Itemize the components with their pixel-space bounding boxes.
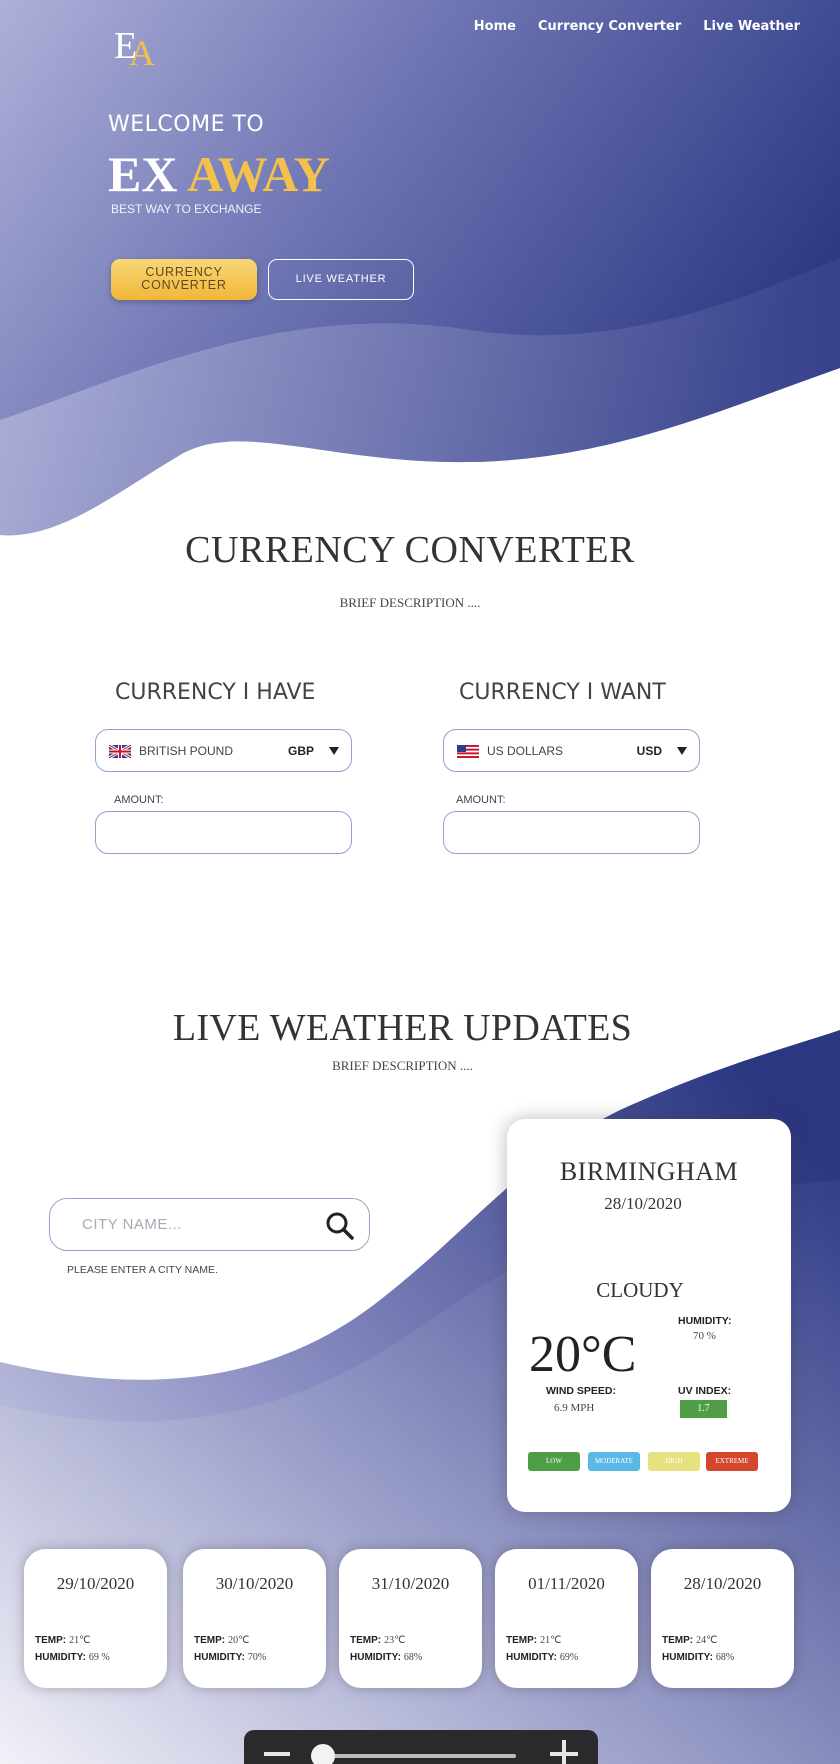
nav-currency-converter-link[interactable]: Currency Converter bbox=[538, 19, 681, 34]
weather-section-description: BRIEF DESCRIPTION .... bbox=[332, 1058, 473, 1073]
forecast-humidity-label: HUMIDITY: bbox=[194, 1652, 245, 1663]
currency-converter-button-line2: CONVERTER bbox=[141, 278, 227, 292]
city-search-input[interactable]: CITY NAME... bbox=[49, 1198, 370, 1251]
forecast-date: 30/10/2020 bbox=[215, 1574, 294, 1593]
forecast-date: 31/10/2020 bbox=[371, 1574, 450, 1593]
forecast-date: 28/10/2020 bbox=[683, 1574, 762, 1593]
currency-want-select[interactable]: US DOLLARS USD bbox=[443, 729, 700, 772]
forecast-humidity-value: 70% bbox=[247, 1652, 267, 1663]
currency-section-description: BRIEF DESCRIPTION .... bbox=[339, 595, 481, 610]
weather-condition: CLOUDY bbox=[596, 1278, 684, 1302]
forecast-humidity-label: HUMIDITY: bbox=[350, 1652, 401, 1663]
zoom-control-bar bbox=[244, 1730, 598, 1764]
forecast-temp-label: TEMP: bbox=[35, 1635, 67, 1646]
forecast-humidity: HUMIDITY: 68% bbox=[662, 1652, 734, 1663]
uv-index-badge: 1.7 bbox=[680, 1400, 727, 1418]
forecast-temp-label: TEMP: bbox=[662, 1635, 694, 1646]
currency-want-amount-label: AMOUNT: bbox=[456, 794, 506, 806]
currency-have-title: CURRENCY I HAVE bbox=[115, 680, 316, 705]
forecast-card[interactable]: 30/10/2020 TEMP: 20℃ HUMIDITY: 70% bbox=[183, 1549, 326, 1688]
forecast-humidity-value: 68% bbox=[403, 1652, 423, 1663]
currency-have-select[interactable]: BRITISH POUND GBP bbox=[95, 729, 352, 772]
uv-scale-moderate: MODERATE bbox=[588, 1452, 640, 1471]
humidity-value: 70 % bbox=[693, 1330, 716, 1342]
forecast-temp: TEMP: 23℃ bbox=[350, 1635, 405, 1646]
forecast-humidity: HUMIDITY: 70% bbox=[194, 1652, 266, 1663]
forecast-temp: TEMP: 24℃ bbox=[662, 1635, 717, 1646]
forecast-temp-value: 21℃ bbox=[540, 1635, 562, 1646]
forecast-date: 29/10/2020 bbox=[56, 1574, 135, 1593]
logo[interactable]: E A bbox=[112, 24, 158, 73]
weather-date: 28/10/2020 bbox=[604, 1194, 682, 1213]
weather-card: BIRMINGHAM 28/10/2020 CLOUDY 20°C HUMIDI… bbox=[507, 1119, 791, 1512]
forecast-card[interactable]: 01/11/2020 TEMP: 21℃ HUMIDITY: 69% bbox=[495, 1549, 638, 1688]
forecast-temp-label: TEMP: bbox=[194, 1635, 226, 1646]
zoom-slider-track[interactable] bbox=[322, 1754, 516, 1758]
nav-home-link[interactable]: Home bbox=[474, 19, 516, 34]
currency-have-amount-label: AMOUNT: bbox=[114, 794, 164, 806]
currency-have-amount-input[interactable] bbox=[95, 811, 352, 854]
currency-want-title: CURRENCY I WANT bbox=[459, 680, 666, 705]
forecast-humidity-label: HUMIDITY: bbox=[662, 1652, 713, 1663]
zoom-slider-handle[interactable] bbox=[311, 1744, 335, 1764]
forecast-card[interactable]: 28/10/2020 TEMP: 24℃ HUMIDITY: 68% bbox=[651, 1549, 794, 1688]
forecast-card[interactable]: 29/10/2020 TEMP: 21℃ HUMIDITY: 69 % bbox=[24, 1549, 167, 1688]
forecast-humidity-value: 69% bbox=[559, 1652, 579, 1663]
wind-speed-label: WIND SPEED: bbox=[546, 1385, 617, 1397]
forecast-humidity: HUMIDITY: 69% bbox=[506, 1652, 578, 1663]
forecast-temp-value: 21℃ bbox=[69, 1635, 91, 1646]
forecast-humidity: HUMIDITY: 68% bbox=[350, 1652, 422, 1663]
us-flag-icon bbox=[457, 745, 479, 758]
weather-section-title: LIVE WEATHER UPDATES bbox=[172, 1007, 633, 1049]
weather-city: BIRMINGHAM bbox=[559, 1157, 739, 1186]
top-nav: Home Currency Converter Live Weather bbox=[474, 19, 800, 34]
uv-scale-low: LOW bbox=[528, 1452, 580, 1471]
forecast-humidity-value: 68% bbox=[715, 1652, 735, 1663]
forecast-temp: TEMP: 20℃ bbox=[194, 1635, 249, 1646]
hero-brand: EX AWAY bbox=[108, 145, 330, 203]
hero-welcome: WELCOME TO bbox=[108, 112, 265, 137]
uv-scale-extreme: EXTREME bbox=[706, 1452, 758, 1471]
hero-tagline: BEST WAY TO EXCHANGE bbox=[111, 202, 262, 216]
currency-want-code: USD bbox=[636, 744, 662, 758]
forecast-humidity-label: HUMIDITY: bbox=[506, 1652, 557, 1663]
uv-scale-high: HIGH bbox=[648, 1452, 700, 1471]
forecast-card[interactable]: 31/10/2020 TEMP: 23℃ HUMIDITY: 68% bbox=[339, 1549, 482, 1688]
chevron-down-icon bbox=[329, 747, 339, 755]
currency-converter-button[interactable]: CURRENCY CONVERTER bbox=[111, 259, 257, 300]
forecast-temp-value: 24℃ bbox=[696, 1635, 718, 1646]
brand-ex: EX bbox=[108, 146, 178, 202]
forecast-temp: TEMP: 21℃ bbox=[35, 1635, 90, 1646]
humidity-label: HUMIDITY: bbox=[678, 1315, 732, 1327]
currency-want-name: US DOLLARS bbox=[487, 744, 564, 758]
chevron-down-icon bbox=[677, 747, 687, 755]
zoom-in-icon[interactable] bbox=[550, 1740, 578, 1764]
currency-have-code: GBP bbox=[287, 744, 314, 758]
city-search-placeholder: CITY NAME... bbox=[82, 1216, 182, 1233]
logo-letter-a: A bbox=[129, 33, 155, 73]
wind-speed-value: 6.9 MPH bbox=[554, 1402, 595, 1414]
uv-index-label: UV INDEX: bbox=[678, 1385, 732, 1397]
search-icon[interactable] bbox=[325, 1211, 355, 1241]
weather-temperature: 20°C bbox=[529, 1326, 637, 1383]
currency-section-title: CURRENCY CONVERTER bbox=[185, 529, 635, 571]
forecast-humidity-value: 69 % bbox=[88, 1652, 110, 1663]
forecast-temp-label: TEMP: bbox=[350, 1635, 382, 1646]
zoom-out-icon[interactable] bbox=[264, 1752, 290, 1756]
forecast-temp-value: 23℃ bbox=[384, 1635, 406, 1646]
forecast-temp: TEMP: 21℃ bbox=[506, 1635, 561, 1646]
live-weather-button[interactable]: LIVE WEATHER bbox=[268, 259, 414, 300]
nav-live-weather-link[interactable]: Live Weather bbox=[703, 19, 800, 34]
currency-want-amount-input[interactable] bbox=[443, 811, 700, 854]
forecast-date: 01/11/2020 bbox=[528, 1574, 605, 1593]
uk-flag-icon bbox=[109, 745, 131, 758]
forecast-temp-label: TEMP: bbox=[506, 1635, 538, 1646]
forecast-humidity: HUMIDITY: 69 % bbox=[35, 1652, 110, 1663]
forecast-humidity-label: HUMIDITY: bbox=[35, 1652, 86, 1663]
brand-away: AWAY bbox=[187, 146, 330, 202]
city-search-hint: PLEASE ENTER A CITY NAME. bbox=[67, 1264, 218, 1276]
currency-have-name: BRITISH POUND bbox=[139, 744, 234, 758]
forecast-temp-value: 20℃ bbox=[228, 1635, 250, 1646]
